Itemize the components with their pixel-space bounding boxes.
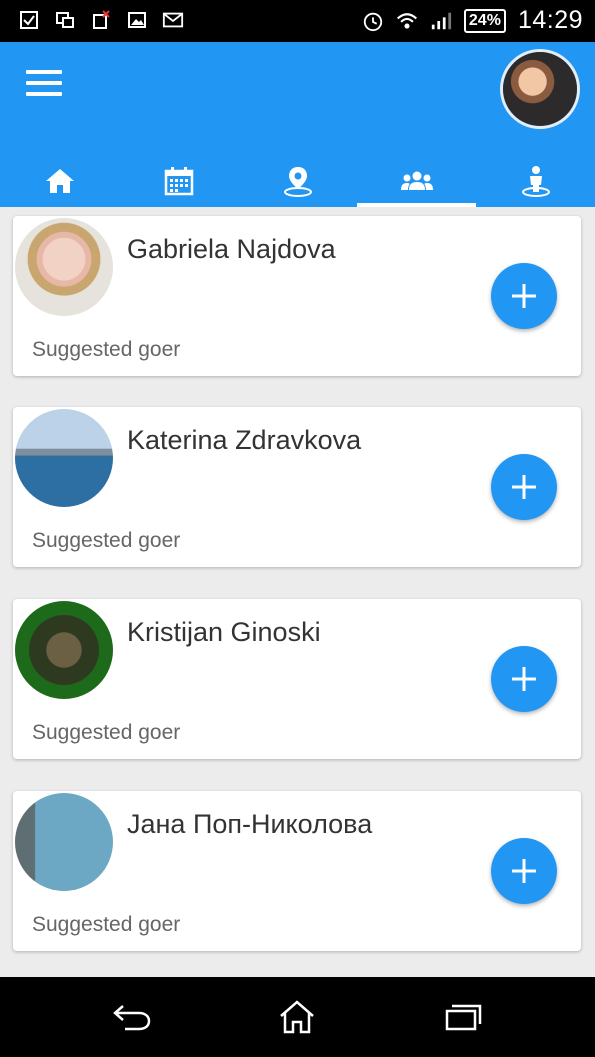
people-icon bbox=[400, 171, 433, 190]
tab-home[interactable] bbox=[0, 154, 119, 207]
system-icons: 24% 14:29 bbox=[362, 6, 583, 35]
back-icon[interactable] bbox=[110, 999, 154, 1035]
plus-icon bbox=[512, 859, 536, 883]
person-pin-icon bbox=[521, 165, 550, 197]
person-subtitle: Suggested goer bbox=[32, 338, 181, 361]
calendar-icon bbox=[164, 166, 193, 195]
wifi-icon bbox=[396, 10, 418, 32]
home-icon bbox=[45, 168, 74, 193]
list-item[interactable]: Јана Поп-Николова Suggested goer bbox=[13, 791, 581, 951]
tab-bar bbox=[0, 154, 595, 207]
add-button[interactable] bbox=[491, 263, 557, 329]
avatar bbox=[15, 409, 113, 507]
plus-icon bbox=[512, 667, 536, 691]
plus-icon bbox=[512, 284, 536, 308]
avatar bbox=[15, 793, 113, 891]
clock: 14:29 bbox=[517, 6, 583, 34]
person-name: Katerina Zdravkova bbox=[127, 425, 362, 455]
sim-error-icon bbox=[90, 9, 112, 31]
signal-icon bbox=[430, 10, 452, 32]
app-bar bbox=[0, 42, 595, 207]
add-button[interactable] bbox=[491, 838, 557, 904]
window-icon bbox=[54, 9, 76, 31]
tab-location[interactable] bbox=[238, 154, 357, 207]
person-subtitle: Suggested goer bbox=[32, 529, 181, 552]
list-item[interactable]: Kristijan Ginoski Suggested goer bbox=[13, 599, 581, 759]
tab-people[interactable] bbox=[357, 154, 476, 207]
status-bar: 24% 14:29 bbox=[0, 0, 595, 42]
person-name: Јана Поп-Николова bbox=[127, 809, 373, 839]
list-item[interactable]: Katerina Zdravkova Suggested goer bbox=[13, 407, 581, 567]
person-name: Kristijan Ginoski bbox=[127, 617, 321, 647]
checkbox-icon bbox=[18, 9, 40, 31]
battery-indicator: 24% bbox=[463, 8, 506, 33]
home-icon[interactable] bbox=[275, 999, 319, 1035]
tab-calendar[interactable] bbox=[119, 154, 238, 207]
person-name: Gabriela Najdova bbox=[127, 234, 336, 264]
system-nav-bar bbox=[0, 977, 595, 1057]
menu-icon[interactable] bbox=[26, 68, 66, 98]
add-button[interactable] bbox=[491, 646, 557, 712]
add-button[interactable] bbox=[491, 454, 557, 520]
person-subtitle: Suggested goer bbox=[32, 913, 181, 936]
plus-icon bbox=[512, 475, 536, 499]
profile-avatar[interactable] bbox=[503, 52, 577, 126]
location-icon bbox=[283, 166, 312, 197]
tab-person-pin[interactable] bbox=[476, 154, 595, 207]
recents-icon[interactable] bbox=[440, 999, 484, 1035]
image-icon bbox=[126, 9, 148, 31]
person-subtitle: Suggested goer bbox=[32, 721, 181, 744]
notification-icons bbox=[18, 9, 184, 31]
avatar bbox=[15, 601, 113, 699]
alarm-icon bbox=[362, 10, 384, 32]
avatar bbox=[15, 218, 113, 316]
list-item[interactable]: Gabriela Najdova Suggested goer bbox=[13, 216, 581, 376]
gmail-icon bbox=[162, 9, 184, 31]
